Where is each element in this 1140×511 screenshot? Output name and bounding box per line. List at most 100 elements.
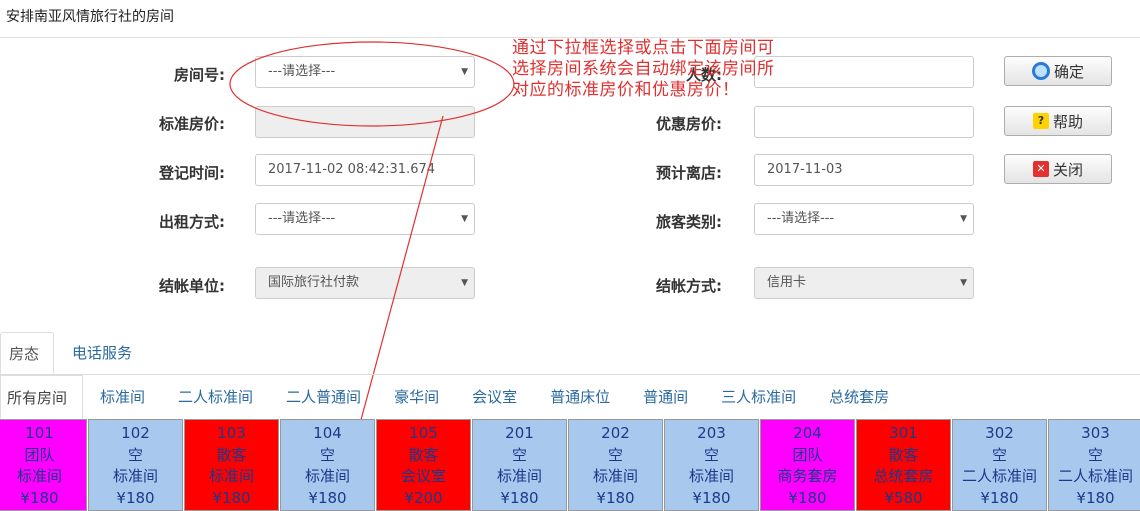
room-no: 102 bbox=[121, 424, 150, 442]
settle-unit-value: 国际旅行社付款 bbox=[268, 275, 360, 290]
room-price: ¥180 bbox=[116, 488, 155, 507]
room-price: ¥180 bbox=[980, 488, 1019, 507]
room-status: 团队 bbox=[24, 445, 55, 464]
chevron-down-icon: ▼ bbox=[960, 214, 967, 224]
room-price: ¥180 bbox=[596, 488, 635, 507]
room-status: 团队 bbox=[792, 445, 823, 464]
room-no-label: 房间号: bbox=[174, 66, 225, 84]
chevron-down-icon: ▼ bbox=[461, 278, 468, 288]
room-status: 空 bbox=[319, 445, 335, 464]
room-tile[interactable]: 103 散客 标准间 ¥180 bbox=[184, 419, 279, 511]
room-no: 202 bbox=[601, 424, 630, 442]
room-tile[interactable]: 301 散客 总统套房 ¥580 bbox=[856, 419, 951, 511]
room-no: 303 bbox=[1081, 424, 1110, 442]
room-status: 空 bbox=[703, 445, 719, 464]
room-type: 总统套房 bbox=[873, 467, 934, 485]
room-type: 标准间 bbox=[112, 467, 158, 485]
room-type: 标准间 bbox=[496, 467, 542, 485]
chevron-down-icon: ▼ bbox=[960, 278, 967, 288]
room-tile[interactable]: 302 空二人标准间 ¥180 bbox=[952, 419, 1047, 511]
room-type-tab[interactable]: 总统套房 bbox=[812, 375, 905, 419]
guests-input[interactable] bbox=[754, 56, 974, 88]
annotation-note: 通过下拉框选择或点击下面房间可选择房间系统会自动绑定该房间所对应的标准房价和优惠… bbox=[512, 38, 775, 100]
room-type-tab[interactable]: 二人普通间 bbox=[269, 375, 377, 419]
room-type: 标准间 bbox=[304, 467, 350, 485]
room-tile[interactable]: 104 空标准间 ¥180 bbox=[280, 419, 375, 511]
room-status: 空 bbox=[1087, 445, 1103, 464]
room-price: ¥580 bbox=[884, 488, 923, 507]
close-label: 关闭 bbox=[1052, 160, 1083, 179]
room-type-tab[interactable]: 标准间 bbox=[83, 375, 161, 419]
room-type-tab[interactable]: 普通间 bbox=[626, 375, 704, 419]
room-type-tabs: 所有房间 标准间 二人标准间 二人普通间 豪华间 会议室 普通床位 普通间 三人… bbox=[0, 375, 905, 419]
room-tile[interactable]: 204 团队 商务套房 ¥180 bbox=[760, 419, 855, 511]
room-no: 103 bbox=[217, 424, 246, 442]
room-no: 101 bbox=[25, 424, 54, 442]
room-no-value: ---请选择--- bbox=[268, 64, 336, 79]
pay-method-label: 结帐方式: bbox=[656, 277, 722, 295]
room-tile[interactable]: 203 空标准间 ¥180 bbox=[664, 419, 759, 511]
room-tile[interactable]: 201 空标准间 ¥180 bbox=[472, 419, 567, 511]
room-status: 空 bbox=[127, 445, 143, 464]
std-price-input bbox=[255, 106, 475, 138]
tab-phone-service[interactable]: 电话服务 bbox=[54, 332, 146, 374]
help-label: 帮助 bbox=[1052, 112, 1083, 131]
confirm-button[interactable]: 确定 bbox=[1004, 56, 1112, 86]
discount-price-label: 优惠房价: bbox=[656, 115, 722, 133]
guest-type-label: 旅客类别: bbox=[656, 213, 722, 231]
room-price: ¥180 bbox=[500, 488, 539, 507]
pay-method-select: 信用卡 ▼ bbox=[754, 267, 974, 299]
guest-type-select[interactable]: ---请选择--- ▼ bbox=[754, 203, 974, 235]
room-status: 空 bbox=[607, 445, 623, 464]
checkout-date-label: 预计离店: bbox=[656, 164, 722, 182]
room-tile[interactable]: 101 团队标准间 ¥180 bbox=[0, 419, 87, 511]
room-price: ¥180 bbox=[20, 488, 59, 507]
rent-mode-select[interactable]: ---请选择--- ▼ bbox=[255, 203, 475, 235]
room-type-tab[interactable]: 普通床位 bbox=[533, 375, 626, 419]
room-type: 标准间 bbox=[16, 467, 62, 485]
pay-method-value: 信用卡 bbox=[767, 275, 807, 290]
help-icon: ? bbox=[1032, 113, 1049, 129]
close-button[interactable]: ✕ 关闭 bbox=[1004, 154, 1112, 184]
room-price: ¥180 bbox=[308, 488, 347, 507]
room-price: ¥200 bbox=[404, 488, 443, 507]
rent-mode-label: 出租方式: bbox=[159, 213, 225, 231]
room-price: ¥180 bbox=[788, 488, 827, 507]
rent-mode-value: ---请选择--- bbox=[268, 211, 336, 226]
room-type-tab[interactable]: 二人标准间 bbox=[161, 375, 269, 419]
room-status: 散客 bbox=[408, 445, 439, 464]
room-price: ¥180 bbox=[1076, 488, 1115, 507]
std-price-label: 标准房价: bbox=[159, 115, 225, 133]
room-tile[interactable]: 102 空标准间 ¥180 bbox=[88, 419, 183, 511]
room-tile[interactable]: 105 散客会议室 ¥200 bbox=[376, 419, 471, 511]
page-title: 安排南亚风情旅行社的房间 bbox=[6, 9, 174, 25]
room-type: 二人标准间 bbox=[961, 467, 1037, 485]
room-type-tab[interactable]: 会议室 bbox=[455, 375, 533, 419]
checkout-date-input[interactable]: 2017-11-03 bbox=[754, 154, 974, 186]
room-no: 302 bbox=[985, 424, 1014, 442]
room-no-select[interactable]: ---请选择--- ▼ bbox=[255, 56, 475, 88]
close-icon: ✕ bbox=[1032, 161, 1049, 177]
room-type-tab[interactable]: 三人标准间 bbox=[704, 375, 812, 419]
tab-room-status[interactable]: 房态 bbox=[0, 332, 55, 374]
search-icon bbox=[1031, 62, 1050, 80]
room-status: 空 bbox=[991, 445, 1007, 464]
room-status: 散客 bbox=[888, 445, 919, 464]
room-type-tab[interactable]: 所有房间 bbox=[0, 375, 84, 419]
room-tile[interactable]: 303 空二人标准间 ¥180 bbox=[1048, 419, 1140, 511]
room-price: ¥180 bbox=[212, 488, 251, 507]
room-tile[interactable]: 202 空标准间 ¥180 bbox=[568, 419, 663, 511]
checkin-time-input[interactable]: 2017-11-02 08:42:31.674 bbox=[255, 154, 475, 186]
chevron-down-icon: ▼ bbox=[461, 214, 468, 224]
room-status: 散客 bbox=[216, 445, 247, 464]
room-no: 204 bbox=[793, 424, 822, 442]
discount-price-input[interactable] bbox=[754, 106, 974, 138]
help-button[interactable]: ? 帮助 bbox=[1004, 106, 1112, 136]
confirm-label: 确定 bbox=[1053, 62, 1084, 81]
room-type: 标准间 bbox=[688, 467, 734, 485]
checkin-time-label: 登记时间: bbox=[159, 164, 225, 182]
room-type: 会议室 bbox=[400, 467, 446, 485]
room-type-tab[interactable]: 豪华间 bbox=[377, 375, 455, 419]
room-no: 105 bbox=[409, 424, 438, 442]
room-no: 201 bbox=[505, 424, 534, 442]
